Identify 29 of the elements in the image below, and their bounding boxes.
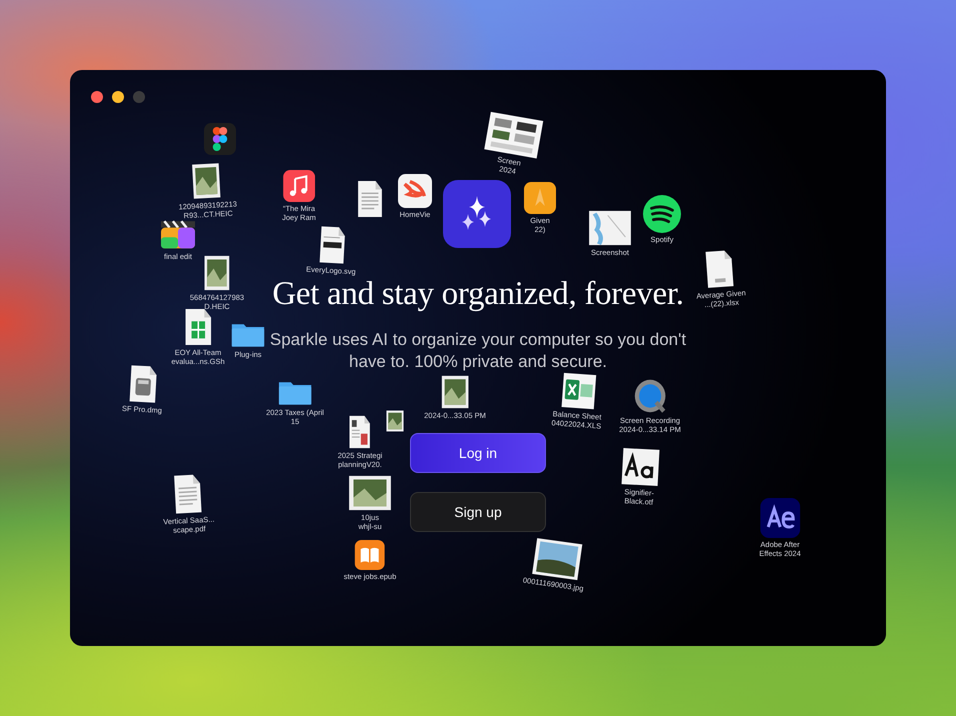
bird-app-icon: [398, 174, 432, 208]
ae-app-icon: [760, 498, 800, 538]
photo-thumbnail-icon: [204, 255, 230, 291]
clapperboard-icon: [161, 218, 195, 250]
subtitle: Sparkle uses AI to organize your computer so you don't have to. 100% private and secure.: [268, 329, 688, 373]
report-document-icon: [348, 415, 372, 449]
log-in-button[interactable]: Log in: [410, 433, 546, 473]
headline: Get and stay organized, forever.: [272, 276, 684, 313]
document-icon: [171, 473, 204, 515]
photo-thumbnail-icon: [386, 410, 404, 432]
photo-thumbnail-icon: [441, 375, 469, 409]
sound-waves-icon: [643, 195, 681, 233]
open-book-icon: [355, 540, 385, 570]
window-control[interactable]: [91, 91, 103, 103]
quicktime-icon: [633, 378, 667, 414]
document-icon: [356, 180, 384, 218]
music-note-icon: [283, 170, 315, 202]
spreadsheet-icon: [560, 372, 597, 410]
xlsx-document-icon: [703, 249, 736, 290]
spreadsheet-document-icon: [183, 308, 213, 346]
sign-up-button[interactable]: Sign up: [410, 492, 546, 532]
sparkle-app-icon: [443, 180, 511, 248]
font-file-icon: [620, 447, 660, 487]
disk-image-icon: [127, 364, 160, 404]
colored-dots-app-icon: [204, 123, 236, 155]
logo-document-icon: [317, 225, 348, 265]
window-control[interactable]: [112, 91, 124, 103]
photo-thumbnail-icon: [192, 162, 222, 200]
photo-thumbnail-icon: [348, 475, 392, 511]
